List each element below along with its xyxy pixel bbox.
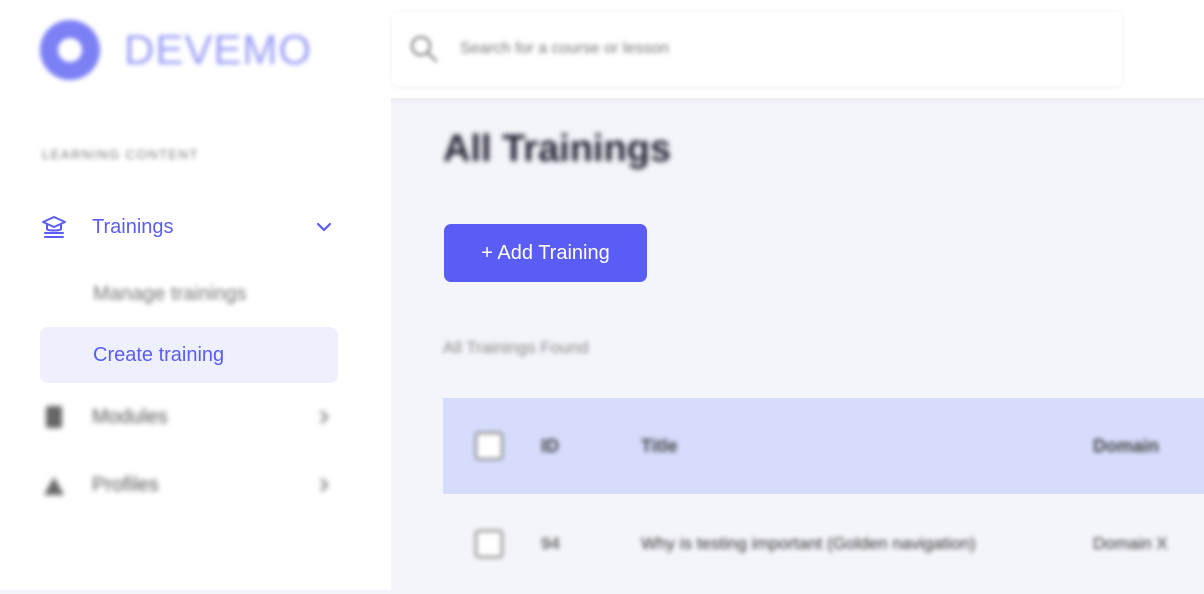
sidebar-item-profiles[interactable]: Profiles [40, 457, 338, 513]
table-header: ID Title Domain [443, 398, 1204, 494]
graduation-cap-icon [40, 213, 68, 241]
sidebar-item-label: Modules [92, 405, 168, 428]
trainings-table: ID Title Domain 94 Why is testing import… [443, 398, 1204, 594]
main-content: All Trainings + Add Training All Trainin… [391, 98, 1204, 594]
sidebar-item-label: Profiles [92, 473, 159, 496]
table-row[interactable]: 94 Why is testing important (Golden navi… [443, 494, 1204, 594]
logo-mark-icon [40, 20, 100, 80]
module-icon [40, 403, 68, 431]
sidebar-subitem-create-training[interactable]: Create training [40, 327, 338, 383]
search-icon [410, 35, 438, 63]
chevron-down-icon[interactable] [314, 217, 334, 237]
page-title: All Trainings [443, 128, 672, 170]
cell-domain: Domain X [1093, 534, 1168, 553]
profile-icon [40, 471, 68, 499]
top-bar: DEVEMO [0, 0, 1204, 98]
column-header-domain[interactable]: Domain [1093, 436, 1159, 457]
sidebar-item-trainings[interactable]: Trainings [40, 199, 338, 255]
select-all-checkbox[interactable] [475, 432, 503, 460]
results-count: All Trainings Found [443, 338, 589, 357]
search-bar[interactable] [392, 12, 1122, 86]
row-checkbox[interactable] [475, 530, 503, 558]
sidebar-item-modules[interactable]: Modules [40, 389, 338, 445]
chevron-right-icon[interactable] [314, 475, 334, 495]
add-training-button[interactable]: + Add Training [444, 224, 647, 282]
chevron-right-icon[interactable] [314, 407, 334, 427]
cell-id: 94 [541, 534, 560, 553]
column-header-title[interactable]: Title [641, 436, 678, 457]
sidebar-subitem-manage-trainings[interactable]: Manage trainings [40, 266, 338, 322]
sidebar-item-label: Trainings [92, 215, 174, 238]
sidebar: LEARNING CONTENT Trainings Manage traini… [0, 98, 391, 590]
cell-title[interactable]: Why is testing important (Golden navigat… [641, 534, 976, 554]
column-header-id[interactable]: ID [541, 436, 559, 457]
logo-text: DEVEMO [124, 26, 313, 73]
logo[interactable]: DEVEMO [40, 20, 312, 80]
sidebar-section-label: LEARNING CONTENT [42, 147, 199, 162]
search-input[interactable] [460, 40, 1060, 58]
